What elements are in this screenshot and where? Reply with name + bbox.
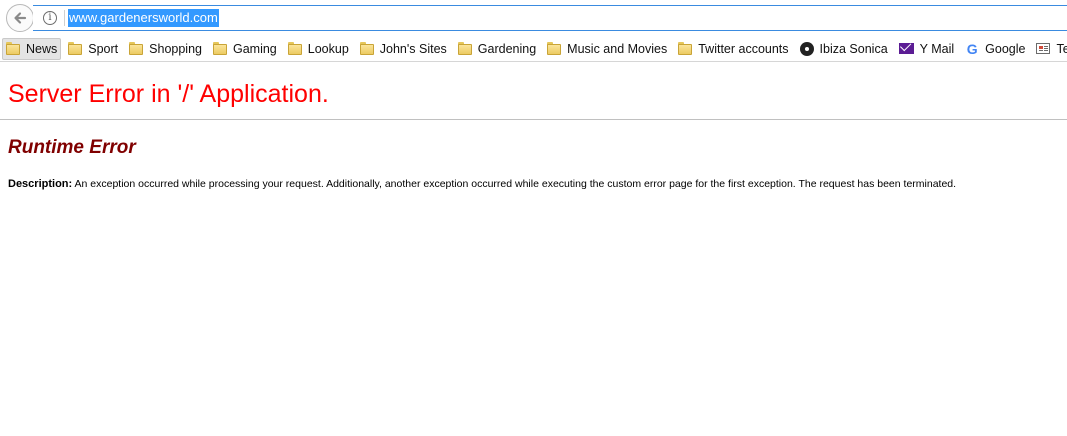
back-arrow-icon	[14, 12, 27, 24]
description-label: Description:	[8, 178, 73, 190]
bookmark-johns-sites[interactable]: John's Sites	[356, 38, 451, 60]
error-description: Description: An exception occurred while…	[8, 178, 956, 191]
bookmark-label: Google	[985, 41, 1026, 56]
folder-icon	[6, 42, 20, 55]
bookmark-gardening[interactable]: Gardening	[454, 38, 540, 60]
folder-icon	[68, 42, 83, 55]
folder-icon	[359, 42, 374, 55]
description-text: An exception occurred while processing y…	[74, 178, 957, 190]
vinyl-icon	[799, 41, 814, 56]
bookmark-twitter-accounts[interactable]: Twitter accounts	[674, 38, 792, 60]
folder-icon	[212, 42, 227, 55]
bookmark-label: Music and Movies	[567, 41, 668, 56]
bookmark-y-mail[interactable]: Y Mail	[895, 38, 959, 60]
error-subtitle: Runtime Error	[8, 137, 136, 158]
bookmark-label: Y Mail	[919, 41, 955, 56]
folder-icon	[457, 42, 472, 55]
bookmark-label: John's Sites	[379, 41, 447, 56]
url-separator	[64, 10, 65, 26]
bookmark-label: Technology	[1056, 41, 1067, 56]
divider	[0, 119, 1067, 120]
folder-icon	[678, 42, 693, 55]
bookmark-news[interactable]: News	[2, 37, 62, 60]
mail-icon	[898, 43, 914, 54]
bookmark-google[interactable]: G Google	[961, 38, 1029, 60]
bookmark-music-and-movies[interactable]: Music and Movies	[543, 38, 671, 60]
folder-icon	[547, 42, 562, 55]
bookmark-label: Gardening	[477, 41, 537, 56]
bookmark-label: Ibiza Sonica	[819, 41, 888, 56]
info-icon[interactable]: i	[43, 11, 57, 25]
news-icon	[1036, 43, 1051, 54]
page-content: Server Error in '/' Application. Runtime…	[0, 62, 1067, 190]
bookmark-label: Gaming	[232, 41, 277, 56]
bookmark-label: Lookup	[307, 41, 349, 56]
bookmark-label: Sport	[88, 41, 119, 56]
bookmark-shopping[interactable]: Shopping	[125, 38, 206, 60]
bookmark-label: News	[26, 41, 58, 56]
bookmarks-toolbar: News Sport Shopping Gaming Lookup John's…	[0, 36, 1067, 62]
url-text[interactable]: www.gardenersworld.com	[68, 9, 219, 27]
bookmark-label: Twitter accounts	[698, 41, 789, 56]
folder-icon	[287, 42, 302, 55]
bookmark-lookup[interactable]: Lookup	[284, 38, 353, 60]
error-title: Server Error in '/' Application.	[8, 80, 329, 108]
address-bar[interactable]: i www.gardenersworld.com	[33, 5, 1067, 31]
bookmark-label: Shopping	[149, 41, 202, 56]
bookmark-gaming[interactable]: Gaming	[209, 38, 281, 60]
back-button[interactable]	[6, 4, 34, 32]
bookmark-ibiza-sonica[interactable]: Ibiza Sonica	[796, 38, 892, 60]
bookmark-sport[interactable]: Sport	[64, 38, 122, 60]
navigation-bar: i www.gardenersworld.com	[0, 0, 1067, 36]
folder-icon	[129, 42, 144, 55]
bookmark-technology[interactable]: Technology	[1032, 38, 1067, 60]
google-icon: G	[966, 40, 978, 57]
